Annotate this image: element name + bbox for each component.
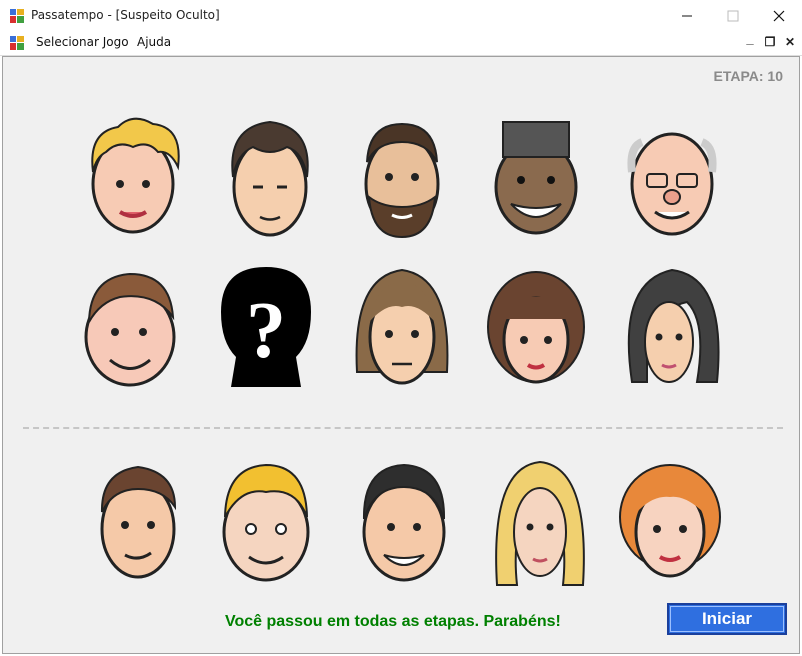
menu-ajuda[interactable]: Ajuda [137, 35, 171, 49]
suspect-face-1[interactable] [78, 112, 188, 242]
choice-face-4[interactable] [485, 457, 595, 587]
divider [23, 427, 783, 429]
minimize-button[interactable] [664, 0, 710, 31]
maximize-button[interactable] [710, 0, 756, 31]
choice-face-1[interactable] [83, 457, 193, 587]
suspect-face-8[interactable] [481, 262, 591, 392]
svg-text:?: ? [246, 287, 286, 375]
choice-face-3[interactable] [349, 457, 459, 587]
mdi-minimize-button[interactable]: _ [742, 31, 758, 46]
suspect-face-2[interactable] [215, 112, 325, 242]
menu-bar: Selecionar Jogo Ajuda _ ❐ ✕ [0, 31, 802, 56]
suspect-face-6[interactable] [75, 262, 185, 392]
hidden-suspect[interactable]: ? [211, 262, 321, 392]
app-icon [10, 9, 24, 23]
minimize-icon [682, 15, 692, 16]
status-message: Você passou em todas as etapas. Parabéns… [225, 613, 561, 630]
stage-label: ETAPA: 10 [713, 68, 784, 84]
suspect-face-3[interactable] [347, 112, 457, 242]
menu-selecionar-jogo[interactable]: Selecionar Jogo [36, 35, 129, 49]
window-title: Passatempo - [Suspeito Oculto] [31, 8, 220, 22]
mdi-close-button[interactable]: ✕ [782, 35, 798, 49]
choice-face-5[interactable] [615, 457, 725, 587]
mdi-child-icon[interactable] [10, 36, 24, 50]
suspect-face-7[interactable] [347, 262, 457, 392]
game-panel: ETAPA: 10 ? Você passou em todas as etap… [2, 56, 800, 654]
suspect-face-5[interactable] [617, 112, 727, 242]
choice-face-2[interactable] [211, 457, 321, 587]
mdi-restore-button[interactable]: ❐ [762, 35, 778, 49]
close-icon [773, 10, 785, 21]
suspect-face-9[interactable] [617, 262, 727, 392]
title-bar: Passatempo - [Suspeito Oculto] [0, 0, 802, 31]
close-button[interactable] [756, 0, 802, 31]
suspect-face-4[interactable] [481, 112, 591, 242]
start-button[interactable]: Iniciar [667, 603, 787, 635]
maximize-icon [727, 10, 739, 21]
